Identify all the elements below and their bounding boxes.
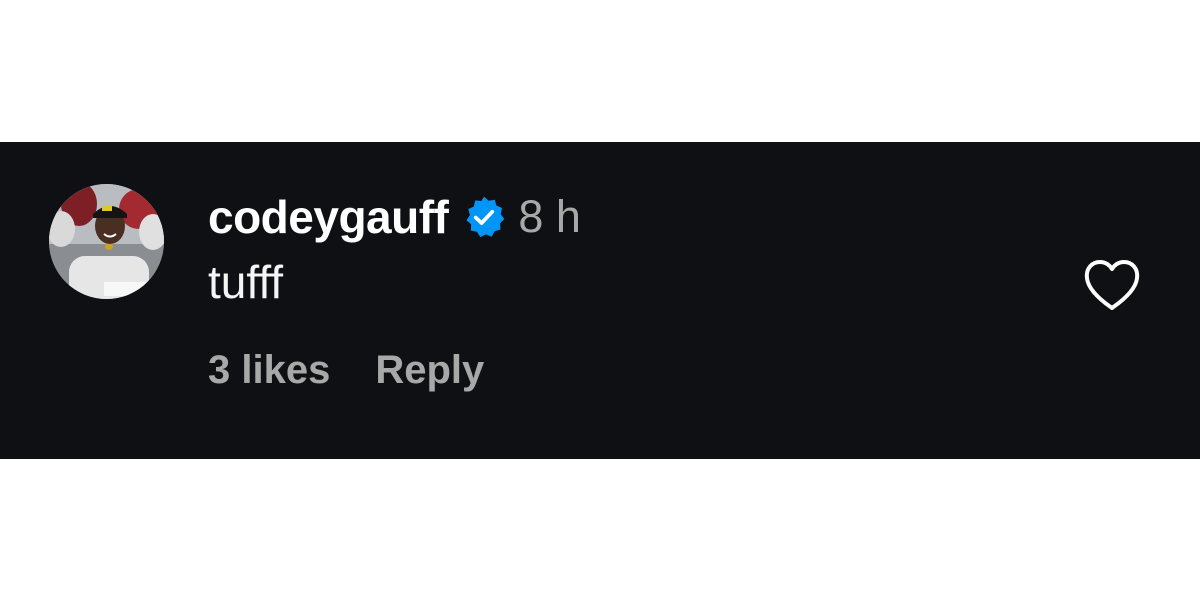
avatar-photo: [49, 184, 164, 299]
verified-badge-icon: [462, 195, 506, 239]
comment-text: tufff: [208, 256, 284, 308]
comment-actions: 3 likes Reply: [208, 348, 484, 393]
comment-timestamp: 8 h: [518, 191, 581, 242]
heart-outline-icon[interactable]: [1083, 258, 1141, 312]
comment-header: codeygauff 8 h: [208, 190, 581, 244]
reply-button[interactable]: Reply: [375, 348, 484, 393]
comment-card: codeygauff 8 h tufff 3 likes Reply: [0, 142, 1200, 459]
username[interactable]: codeygauff: [208, 190, 449, 244]
likes-count-button[interactable]: 3 likes: [208, 348, 330, 393]
avatar[interactable]: [49, 184, 164, 299]
